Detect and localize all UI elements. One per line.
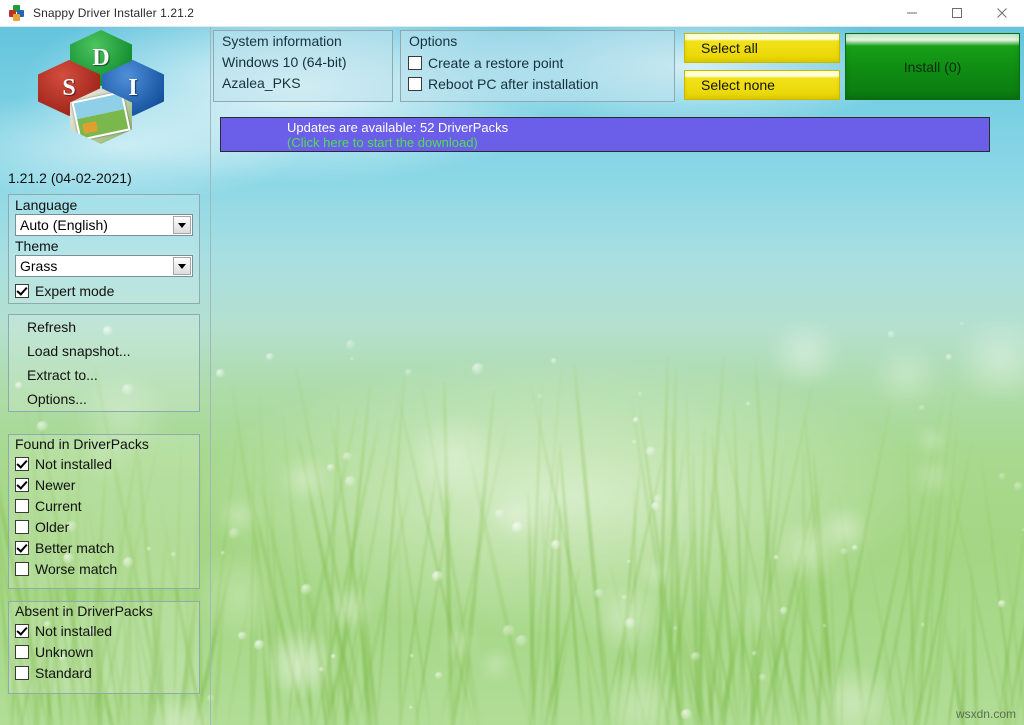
option-label: Reboot PC after installation [428, 75, 599, 92]
expert-mode-label: Expert mode [35, 282, 115, 299]
theme-label: Theme [15, 238, 59, 254]
filter-absent-not-installed[interactable]: Not installed [9, 620, 199, 641]
filter-label: Better match [35, 539, 115, 556]
language-value: Auto (English) [20, 217, 108, 233]
select-all-label: Select all [701, 40, 758, 56]
options-title: Options [409, 33, 458, 49]
option-label: Create a restore point [428, 54, 564, 71]
checkbox-icon [15, 519, 29, 534]
checkbox-icon [408, 76, 422, 91]
minimize-icon[interactable] [889, 0, 934, 26]
checkbox-icon [15, 644, 29, 659]
checkbox-icon [15, 498, 29, 513]
action-extract-to[interactable]: Extract to... [9, 363, 199, 387]
system-information-os: Windows 10 (64-bit) [222, 54, 347, 70]
checkbox-icon [15, 623, 29, 638]
settings-group: Language Auto (English) Theme Grass Expe… [8, 194, 200, 304]
chevron-down-icon[interactable] [173, 257, 191, 275]
filter-label: Not installed [35, 622, 113, 639]
filter-label: Standard [35, 664, 92, 681]
filter-absent-standard[interactable]: Standard [9, 662, 199, 683]
update-banner-line1: Updates are available: 52 DriverPacks [287, 119, 509, 135]
maximize-icon[interactable] [934, 0, 979, 26]
update-banner[interactable]: Updates are available: 52 DriverPacks (C… [220, 117, 990, 152]
filter-found-not-installed[interactable]: Not installed [9, 453, 199, 474]
action-options[interactable]: Options... [9, 387, 199, 411]
option-reboot-after-install[interactable]: Reboot PC after installation [401, 73, 674, 94]
options-panel: Options Create a restore point Reboot PC… [400, 30, 675, 102]
action-refresh[interactable]: Refresh [9, 315, 199, 339]
chevron-down-icon[interactable] [173, 216, 191, 234]
sdi-app-icon [9, 5, 25, 21]
checkbox-icon [15, 477, 29, 492]
install-label: Install (0) [903, 58, 962, 75]
absent-group-title: Absent in DriverPacks [15, 603, 153, 619]
select-none-button[interactable]: Select none [684, 70, 840, 100]
absent-in-driverpacks-group: Absent in DriverPacks Not installed Unkn… [8, 601, 200, 694]
option-create-restore-point[interactable]: Create a restore point [401, 52, 674, 73]
system-information-machine: Azalea_PKS [222, 75, 301, 91]
actions-group: Refresh Load snapshot... Extract to... O… [8, 314, 200, 412]
language-label: Language [15, 197, 78, 213]
window-title: Snappy Driver Installer 1.21.2 [33, 6, 195, 20]
close-icon[interactable] [979, 0, 1024, 26]
select-none-label: Select none [701, 77, 775, 93]
filter-found-current[interactable]: Current [9, 495, 199, 516]
title-bar: Snappy Driver Installer 1.21.2 [0, 0, 1024, 27]
checkbox-icon [15, 540, 29, 555]
checkbox-icon [15, 665, 29, 680]
watermark: wsxdn.com [955, 707, 1016, 721]
action-load-snapshot[interactable]: Load snapshot... [9, 339, 199, 363]
language-select[interactable]: Auto (English) [15, 214, 193, 236]
sdi-logo: D S I [0, 28, 210, 146]
found-in-driverpacks-group: Found in DriverPacks Not installed Newer… [8, 434, 200, 589]
filter-found-newer[interactable]: Newer [9, 474, 199, 495]
checkbox-icon [15, 283, 29, 298]
filter-label: Worse match [35, 560, 118, 577]
install-button[interactable]: Install (0) [845, 33, 1020, 100]
filter-absent-unknown[interactable]: Unknown [9, 641, 199, 662]
filter-found-better-match[interactable]: Better match [9, 537, 199, 558]
update-banner-line2: (Click here to start the download) [287, 134, 478, 150]
filter-found-older[interactable]: Older [9, 516, 199, 537]
system-information-title: System information [222, 33, 342, 49]
filter-label: Newer [35, 476, 76, 493]
filter-found-worse-match[interactable]: Worse match [9, 558, 199, 579]
select-all-button[interactable]: Select all [684, 33, 840, 63]
found-group-title: Found in DriverPacks [15, 436, 149, 452]
filter-label: Older [35, 518, 70, 535]
filter-label: Current [35, 497, 82, 514]
system-information-panel: System information Windows 10 (64-bit) A… [213, 30, 393, 102]
theme-select[interactable]: Grass [15, 255, 193, 277]
expert-mode-checkbox[interactable]: Expert mode [9, 280, 199, 301]
checkbox-icon [15, 456, 29, 471]
theme-value: Grass [20, 258, 58, 274]
sidebar: D S I 1.21.2 (04-02-2021) Language Auto … [0, 26, 211, 725]
app-window: Snappy Driver Installer 1.21.2 D S I 1.2… [0, 0, 1024, 725]
filter-label: Not installed [35, 455, 113, 472]
version-label: 1.21.2 (04-02-2021) [8, 170, 132, 186]
checkbox-icon [15, 561, 29, 576]
filter-label: Unknown [35, 643, 94, 660]
checkbox-icon [408, 55, 422, 70]
